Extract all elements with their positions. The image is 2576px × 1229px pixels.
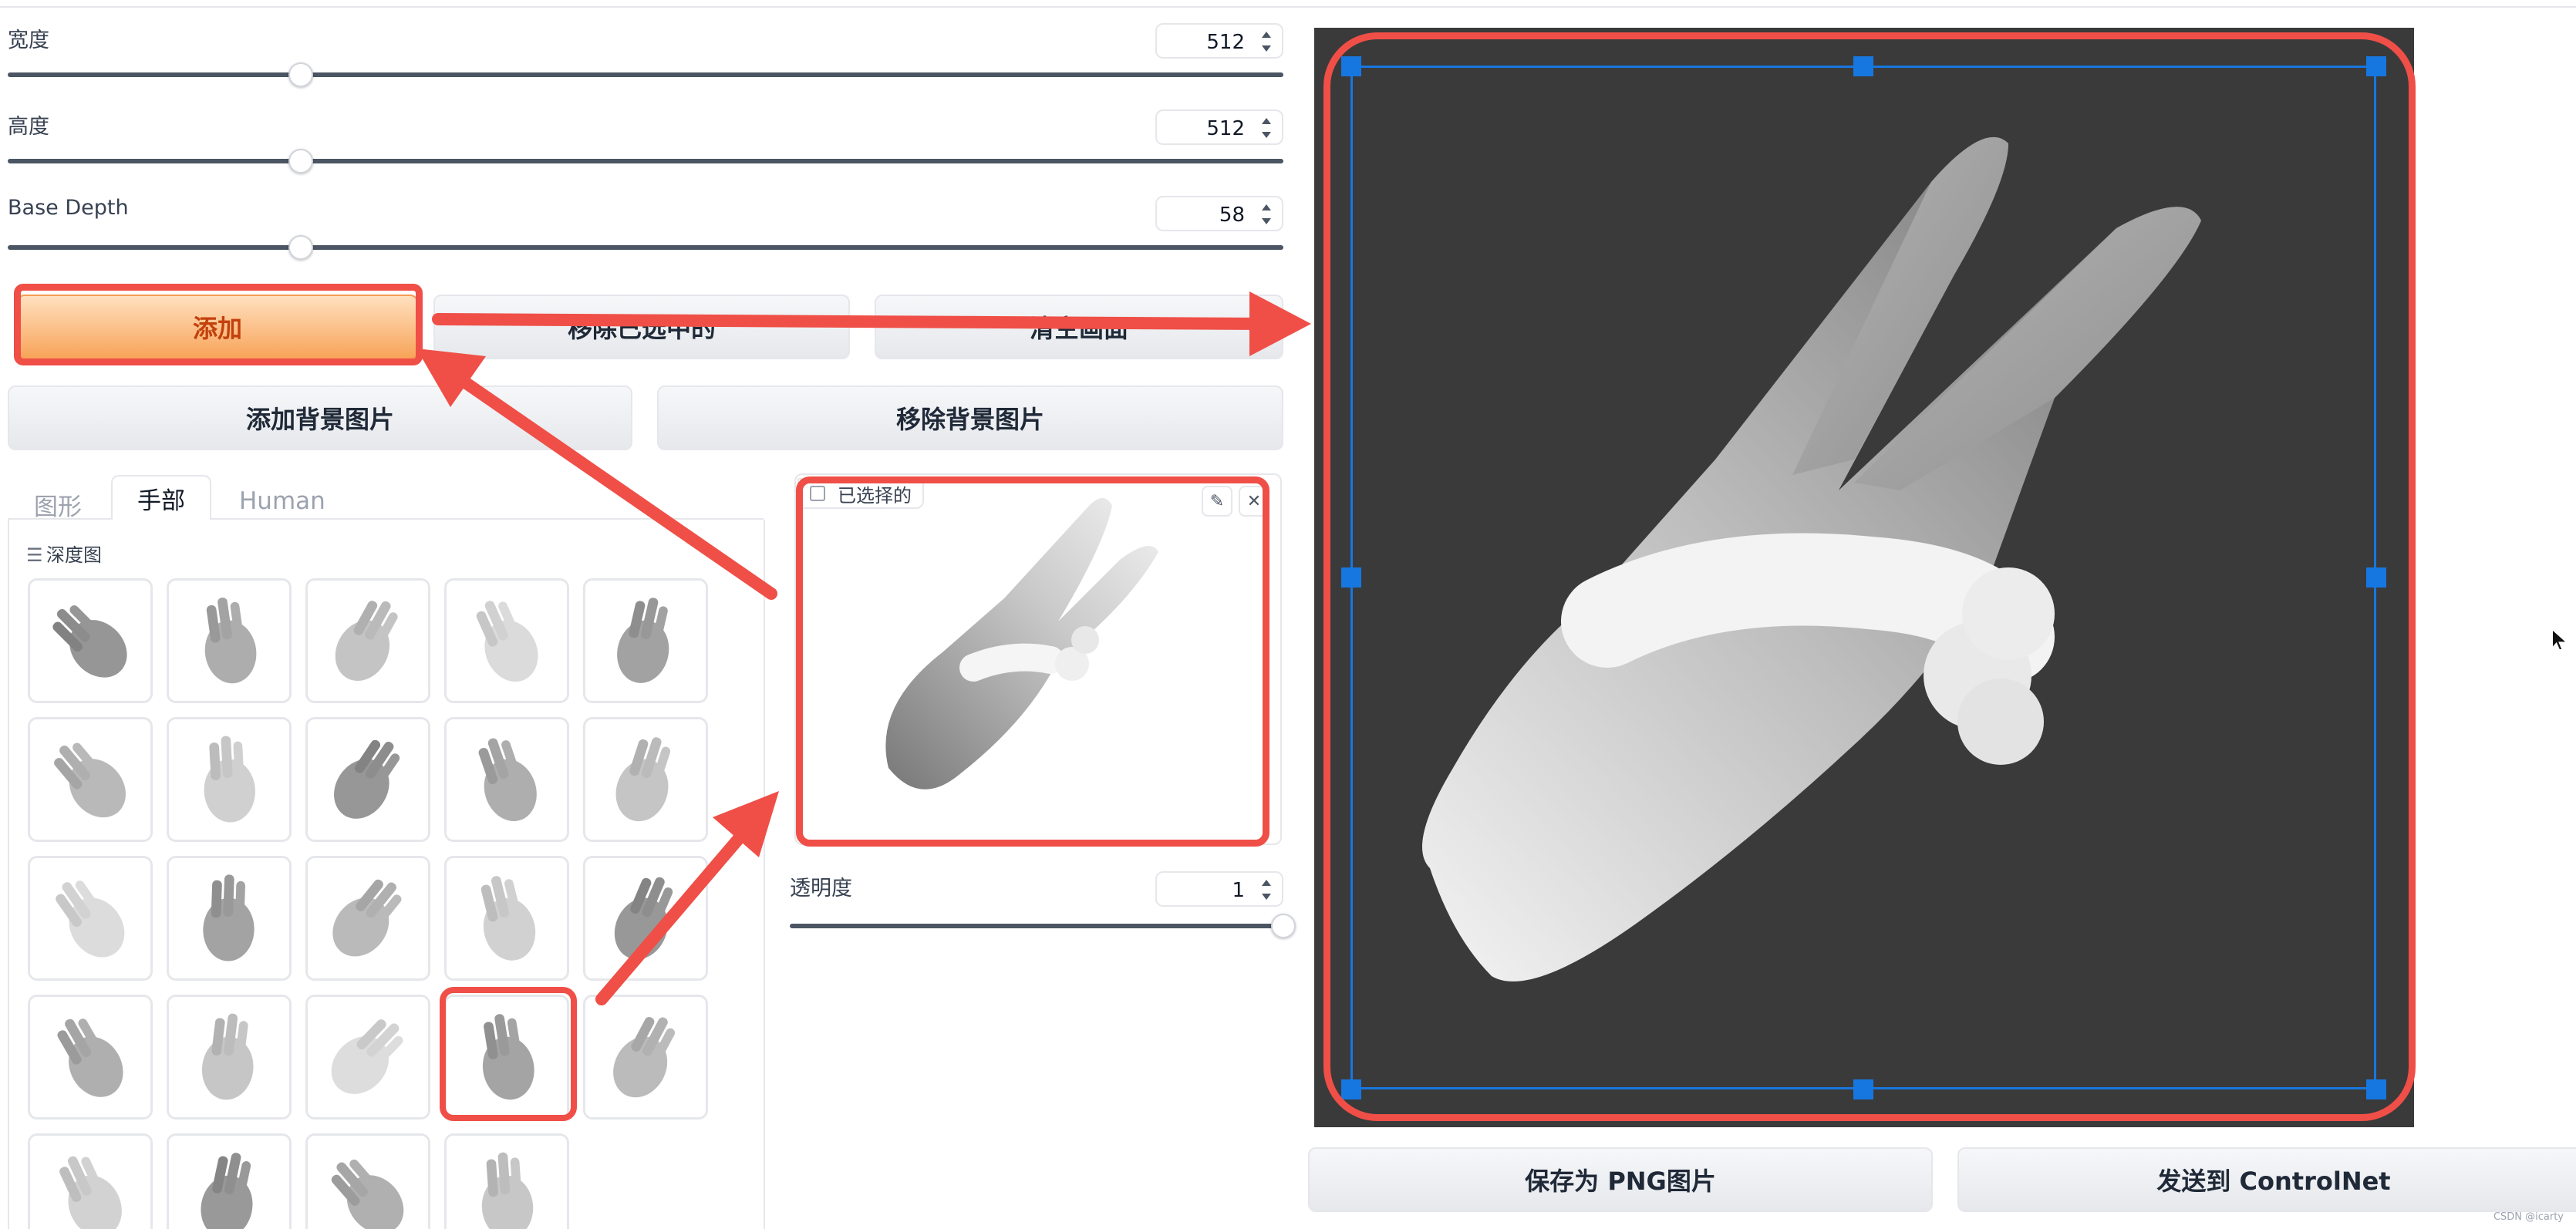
arrow-to-canvas xyxy=(432,313,1271,330)
annotation-arrows xyxy=(416,291,1311,1005)
arrowhead-selected xyxy=(713,791,779,857)
arrowhead-add xyxy=(416,348,486,407)
arrowhead-canvas xyxy=(1249,291,1311,356)
arrow-to-add xyxy=(441,364,777,600)
watermark: CSDN @icarty xyxy=(2493,1211,2564,1223)
